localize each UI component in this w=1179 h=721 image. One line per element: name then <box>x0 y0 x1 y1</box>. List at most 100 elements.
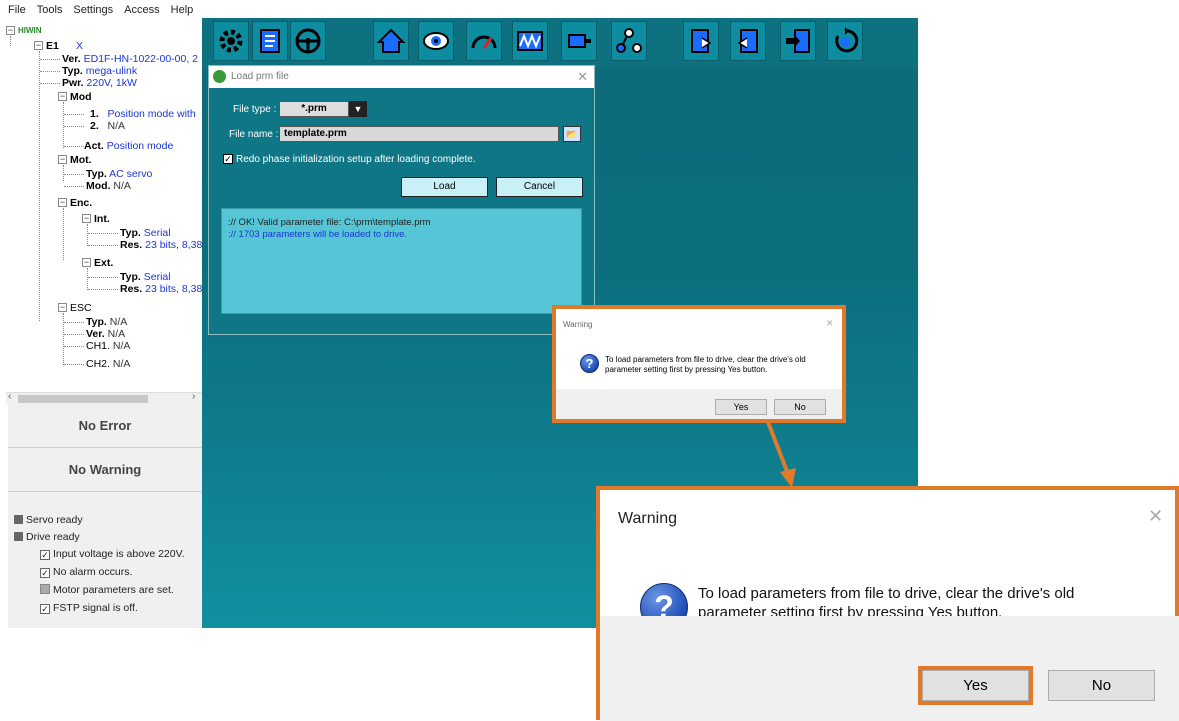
drive-ready: Drive ready <box>14 531 80 543</box>
close-icon[interactable]: ✕ <box>1148 506 1163 527</box>
tree-pwr: Pwr. 220V, 1kW <box>62 77 137 89</box>
highlight-frame: Warning ✕ ? To load parameters from file… <box>552 305 846 423</box>
scroll-left-icon[interactable]: ‹ <box>8 391 11 402</box>
collapse-icon[interactable]: − <box>58 155 67 164</box>
close-icon[interactable]: ✕ <box>577 66 588 88</box>
no-button[interactable]: No <box>1048 670 1155 701</box>
network-icon[interactable] <box>611 21 647 61</box>
steering-wheel-icon[interactable] <box>290 21 326 61</box>
export-icon[interactable] <box>683 21 719 61</box>
load-prm-dialog: Load prm file ✕ File type : *.prm ▼ File… <box>208 65 595 335</box>
dialog-title-bar: Load prm file ✕ <box>209 66 594 88</box>
error-status: No Error <box>8 404 202 448</box>
tree-mot-typ: Typ. AC servo <box>86 168 153 180</box>
load-icon[interactable] <box>780 21 816 61</box>
close-icon[interactable]: ✕ <box>826 318 834 329</box>
menu-file[interactable]: File <box>0 0 29 16</box>
collapse-icon[interactable]: − <box>6 26 15 35</box>
check-item: Motor parameters are set. <box>40 584 174 596</box>
warning-title: Warning <box>618 510 677 527</box>
question-icon: ? <box>580 354 599 373</box>
scroll-right-icon[interactable]: › <box>192 391 195 402</box>
document-icon[interactable] <box>252 21 288 61</box>
tree-mot[interactable]: Mot. <box>70 154 92 166</box>
zoomed-warning-dialog: Warning ✕ ? To load parameters from file… <box>596 486 1179 721</box>
tree-esc[interactable]: ESC <box>70 302 92 314</box>
file-type-label: File type : <box>233 104 277 115</box>
scroll-thumb[interactable] <box>18 395 148 403</box>
collapse-icon[interactable]: − <box>82 214 91 223</box>
warning-status: No Warning <box>8 448 202 492</box>
collapse-icon[interactable]: − <box>58 303 67 312</box>
dialog-footer <box>600 616 1179 721</box>
reset-icon[interactable] <box>827 21 863 61</box>
zoom-connector-arrow <box>766 421 796 488</box>
cancel-button[interactable]: Cancel <box>496 177 583 197</box>
collapse-icon[interactable]: − <box>34 41 43 50</box>
tree-horizontal-scrollbar[interactable]: ‹ › <box>6 391 202 404</box>
collapse-icon[interactable]: − <box>82 258 91 267</box>
tree-esc-ver: Ver. N/A <box>86 328 126 340</box>
ready-panel: Servo ready Drive ready ✓ Input voltage i… <box>8 492 202 628</box>
warning-dialog-small: Warning ✕ ? To load parameters from file… <box>556 309 842 419</box>
tree-act: Act. Position mode <box>84 140 174 152</box>
menu-access[interactable]: Access <box>116 0 162 16</box>
tree-ch1: CH1. N/A <box>86 340 131 352</box>
motor-icon[interactable] <box>561 21 597 61</box>
eye-icon[interactable] <box>418 21 454 61</box>
yes-button[interactable]: Yes <box>715 399 767 415</box>
checkbox-icon <box>40 584 50 594</box>
waveform-icon[interactable] <box>512 21 548 61</box>
log-line: :// OK! Valid parameter file: C:\prm\tem… <box>228 217 431 228</box>
file-name-label: File name : <box>229 129 279 140</box>
dialog-title: Load prm file <box>231 71 289 82</box>
servo-ready: Servo ready <box>14 514 83 526</box>
menu-settings[interactable]: Settings <box>65 0 116 16</box>
redo-checkbox[interactable]: ✓ <box>223 154 233 164</box>
check-item: ✓ FSTP signal is off. <box>40 602 138 614</box>
checkbox-icon: ✓ <box>40 604 50 614</box>
tree-axis[interactable]: E1 <box>46 40 59 52</box>
tree-mot-mod: Mod. N/A <box>86 180 131 192</box>
tree-ext[interactable]: Ext. <box>94 257 113 269</box>
tree-typ: Typ. mega-ulink <box>62 65 138 77</box>
tree-ver: Ver. ED1F-HN-1022-00-00, 2 <box>62 53 199 65</box>
tree-mod[interactable]: Mod <box>70 91 92 103</box>
collapse-icon[interactable]: − <box>58 92 67 101</box>
checkbox-icon: ✓ <box>40 568 50 578</box>
load-button[interactable]: Load <box>401 177 488 197</box>
gauge-icon[interactable] <box>466 21 502 61</box>
servo-ready-indicator-icon <box>14 515 23 524</box>
tree-int[interactable]: Int. <box>94 213 110 225</box>
menu-help[interactable]: Help <box>163 0 197 16</box>
tree-ext-typ: Typ. Serial <box>120 271 171 283</box>
import-icon[interactable] <box>730 21 766 61</box>
tree-root[interactable]: HIWIN <box>18 25 42 37</box>
tree-mod2: 2. N/A <box>90 120 126 132</box>
file-name-input[interactable]: template.prm <box>279 126 559 142</box>
file-type-select[interactable]: *.prm <box>279 101 349 117</box>
tree-mod1: 1. Position mode with <box>90 108 196 120</box>
tree-ch2: CH2. N/A <box>86 358 131 370</box>
no-button[interactable]: No <box>774 399 826 415</box>
warning-title: Warning <box>563 320 593 329</box>
check-item: ✓ Input voltage is above 220V. <box>40 548 185 560</box>
collapse-icon[interactable]: − <box>58 198 67 207</box>
log-panel: :// OK! Valid parameter file: C:\prm\tem… <box>221 208 582 314</box>
yes-highlight <box>918 666 1033 705</box>
tree-axis-value: X <box>76 40 84 52</box>
tree-int-typ: Typ. Serial <box>120 227 171 239</box>
check-item: ✓ No alarm occurs. <box>40 566 133 578</box>
tree-ext-res: Res. 23 bits, 8,388 <box>120 283 202 295</box>
tree-esc-typ: Typ. N/A <box>86 316 128 328</box>
app-icon <box>213 70 226 83</box>
log-line: :// 1703 parameters will be loaded to dr… <box>228 229 408 240</box>
home-icon[interactable] <box>373 21 409 61</box>
tree-int-res: Res. 23 bits, 8,388 <box>120 239 202 251</box>
tree-enc[interactable]: Enc. <box>70 197 92 209</box>
folder-open-icon[interactable]: 📂 <box>563 126 581 142</box>
warning-message: To load parameters from file to drive, c… <box>605 355 806 374</box>
gear-icon[interactable] <box>213 21 249 61</box>
chevron-down-icon[interactable]: ▼ <box>349 101 367 117</box>
menu-tools[interactable]: Tools <box>29 0 66 16</box>
